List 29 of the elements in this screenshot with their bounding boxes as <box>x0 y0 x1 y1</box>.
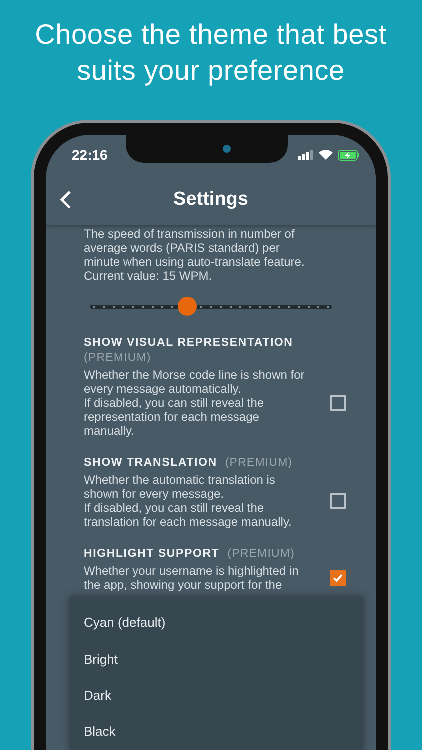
setting-description: If disabled, you can still reveal the translation for each message manually. <box>84 501 293 529</box>
check-icon <box>332 572 344 584</box>
premium-label: (PREMIUM) <box>225 456 293 471</box>
speed-description: The speed of transmission in number of average words (PARIS standard) per minute when using auto-translate feature. Current value: 15 WPM. <box>84 227 306 283</box>
theme-option[interactable]: Cyan (default) <box>70 605 363 642</box>
speed-slider[interactable] <box>90 297 332 316</box>
setting-title: SHOW TRANSLATION <box>84 456 218 471</box>
checkbox[interactable] <box>330 395 346 411</box>
screen-title: Settings <box>174 188 248 212</box>
wifi-icon <box>319 150 333 160</box>
headline: Choose the theme that best suits your preference <box>34 18 388 88</box>
setting-description: If disabled, you can still reveal the representation for each message manually. <box>84 396 266 438</box>
setting-description: Whether the Morse code line is shown for every message automatically. <box>84 368 306 396</box>
back-icon[interactable] <box>60 190 72 210</box>
battery-icon <box>338 150 360 160</box>
setting-title: SHOW VISUAL REPRESENTATION <box>84 336 294 351</box>
theme-option[interactable]: Bright <box>70 641 363 678</box>
premium-label: (PREMIUM) <box>228 547 296 562</box>
status-time: 22:16 <box>72 146 108 164</box>
theme-option[interactable]: Black <box>70 714 363 750</box>
premium-label: (PREMIUM) <box>84 351 152 366</box>
checkbox[interactable] <box>330 493 346 509</box>
theme-option[interactable]: Dark <box>70 678 363 714</box>
setting-description: Whether the automatic translation is shown for every message. <box>84 473 276 501</box>
slider-thumb[interactable] <box>178 297 197 316</box>
setting-title: HIGHLIGHT SUPPORT <box>84 547 220 562</box>
signal-icon <box>298 150 314 160</box>
setting-description: Whether your username is highlighted in the app, showing your support for the <box>84 564 300 592</box>
checkbox[interactable] <box>330 570 346 586</box>
